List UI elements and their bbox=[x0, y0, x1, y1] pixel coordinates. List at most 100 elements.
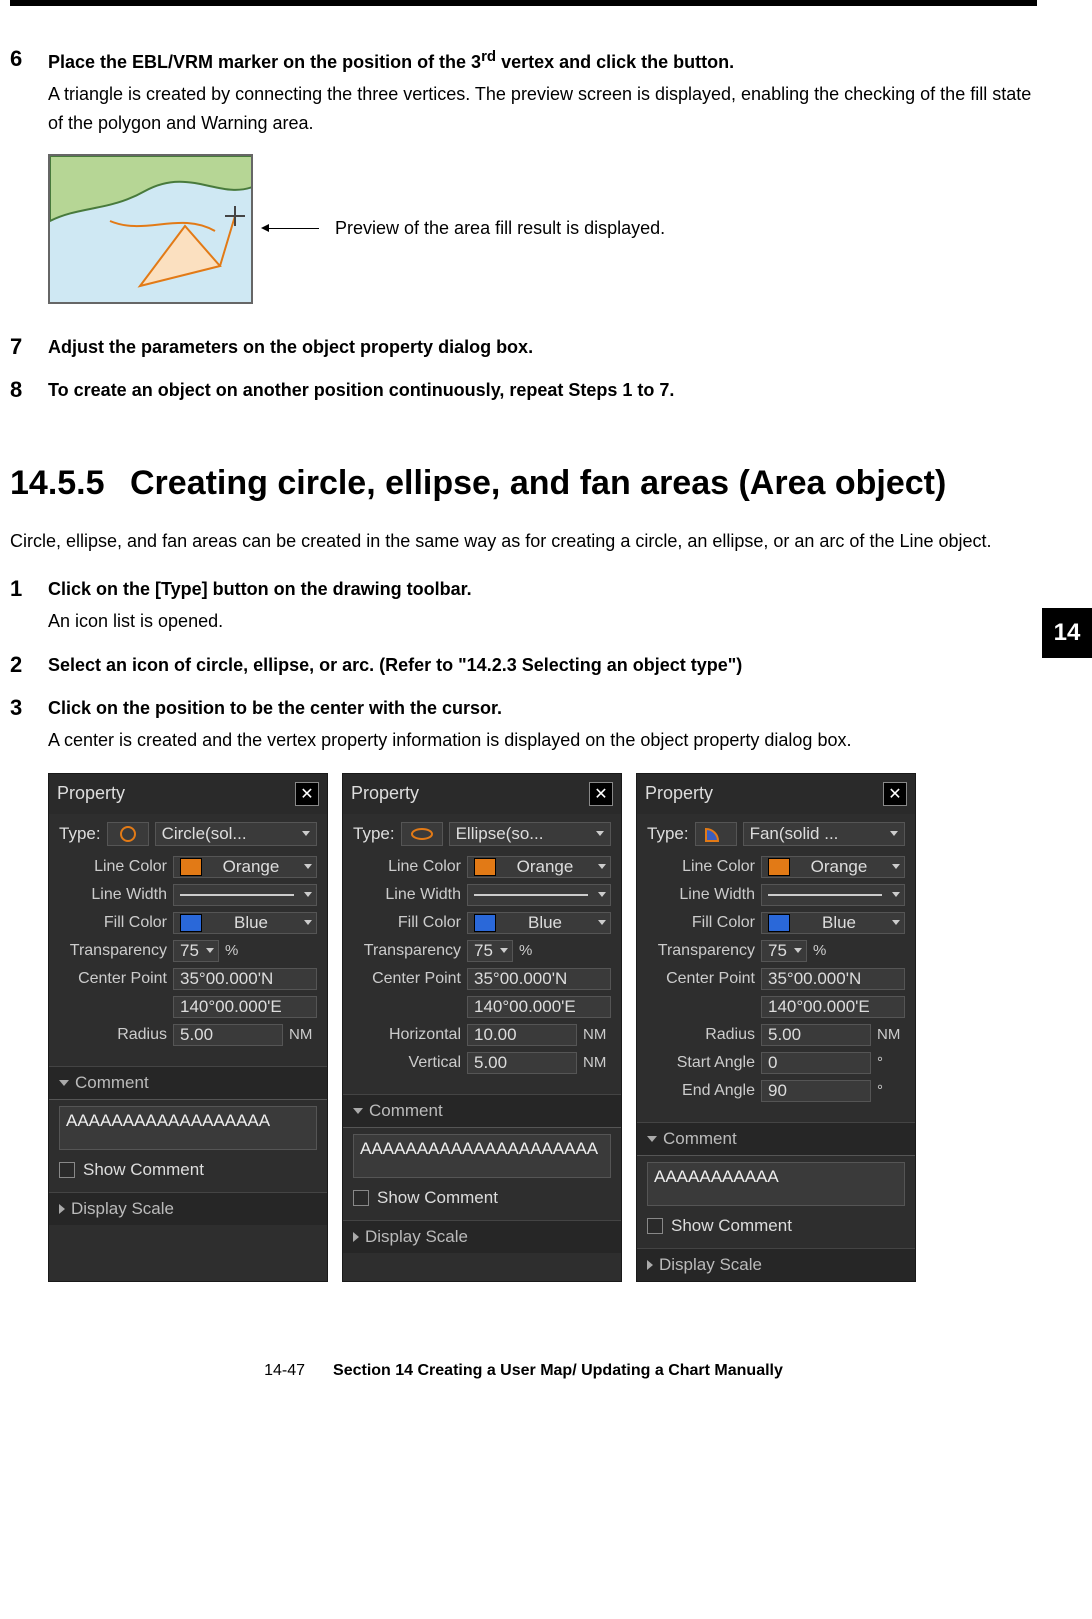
vertical-input[interactable]: 5.00 bbox=[467, 1052, 577, 1074]
type-select[interactable]: Circle(sol... bbox=[155, 822, 317, 846]
line-sample-icon bbox=[768, 894, 882, 896]
show-comment-label: Show Comment bbox=[377, 1188, 498, 1208]
type-name: Ellipse(so... bbox=[456, 824, 544, 844]
chevron-down-icon bbox=[598, 892, 606, 897]
step-number: 1 bbox=[10, 576, 48, 602]
center-lon-input[interactable]: 140°00.000'E bbox=[761, 996, 905, 1018]
type-icon-button[interactable] bbox=[695, 822, 737, 846]
step-title: To create an object on another position … bbox=[48, 377, 1037, 404]
step-number: 8 bbox=[10, 377, 48, 403]
chevron-right-icon bbox=[59, 1204, 65, 1214]
step: 3 Click on the position to be the center… bbox=[10, 695, 1037, 755]
line-color-select[interactable]: Orange bbox=[761, 856, 905, 878]
show-comment-checkbox[interactable]: Show Comment bbox=[353, 1188, 611, 1208]
chevron-down-icon bbox=[892, 892, 900, 897]
line-width-select[interactable] bbox=[467, 884, 611, 906]
label-center-point: Center Point bbox=[647, 970, 755, 988]
type-icon-button[interactable] bbox=[401, 822, 443, 846]
type-icon-button[interactable] bbox=[107, 822, 149, 846]
step-number: 7 bbox=[10, 334, 48, 360]
comment-label: Comment bbox=[75, 1073, 149, 1093]
label-center-point: Center Point bbox=[353, 970, 461, 988]
unit-nm: NM bbox=[289, 1026, 317, 1043]
line-color-select[interactable]: Orange bbox=[173, 856, 317, 878]
transparency-input[interactable]: 75 bbox=[173, 940, 219, 962]
center-lat-input[interactable]: 35°00.000'N bbox=[467, 968, 611, 990]
end-angle-input[interactable]: 90 bbox=[761, 1080, 871, 1102]
preview-image bbox=[48, 154, 253, 304]
step-title: Click on the position to be the center w… bbox=[48, 695, 1037, 722]
center-lat-input[interactable]: 35°00.000'N bbox=[761, 968, 905, 990]
label-transparency: Transparency bbox=[353, 942, 461, 960]
step-desc: A triangle is created by connecting the … bbox=[48, 80, 1037, 138]
display-scale-header[interactable]: Display Scale bbox=[343, 1220, 621, 1253]
type-select[interactable]: Ellipse(so... bbox=[449, 822, 611, 846]
chevron-down-icon bbox=[304, 892, 312, 897]
show-comment-checkbox[interactable]: Show Comment bbox=[59, 1160, 317, 1180]
display-scale-header[interactable]: Display Scale bbox=[49, 1192, 327, 1225]
fill-color-select[interactable]: Blue bbox=[761, 912, 905, 934]
label-vertical: Vertical bbox=[353, 1054, 461, 1072]
comment-textarea[interactable]: AAAAAAAAAAA bbox=[647, 1162, 905, 1206]
fill-color-select[interactable]: Blue bbox=[467, 912, 611, 934]
header-rule bbox=[10, 0, 1037, 6]
color-swatch-icon bbox=[474, 914, 496, 932]
chevron-down-icon bbox=[302, 831, 310, 836]
step-title: Adjust the parameters on the object prop… bbox=[48, 334, 1037, 361]
center-lon-input[interactable]: 140°00.000'E bbox=[467, 996, 611, 1018]
close-button[interactable]: ✕ bbox=[883, 782, 907, 806]
chevron-down-icon bbox=[500, 948, 508, 953]
label-end-angle: End Angle bbox=[647, 1082, 755, 1100]
label-fill-color: Fill Color bbox=[59, 914, 167, 932]
close-button[interactable]: ✕ bbox=[589, 782, 613, 806]
color-swatch-icon bbox=[768, 914, 790, 932]
color-swatch-icon bbox=[768, 858, 790, 876]
checkbox-icon bbox=[59, 1162, 75, 1178]
comment-textarea[interactable]: AAAAAAAAAAAAAAAAAAAAA bbox=[353, 1134, 611, 1178]
step: 2 Select an icon of circle, ellipse, or … bbox=[10, 652, 1037, 679]
line-width-select[interactable] bbox=[173, 884, 317, 906]
unit-deg: ° bbox=[877, 1082, 905, 1099]
fill-color-select[interactable]: Blue bbox=[173, 912, 317, 934]
close-icon: ✕ bbox=[594, 784, 607, 804]
close-icon: ✕ bbox=[888, 784, 901, 804]
comment-header[interactable]: Comment bbox=[637, 1122, 915, 1155]
chevron-down-icon bbox=[206, 948, 214, 953]
line-width-select[interactable] bbox=[761, 884, 905, 906]
checkbox-icon bbox=[647, 1218, 663, 1234]
transparency-input[interactable]: 75 bbox=[761, 940, 807, 962]
close-button[interactable]: ✕ bbox=[295, 782, 319, 806]
close-icon: ✕ bbox=[300, 784, 313, 804]
line-sample-icon bbox=[474, 894, 588, 896]
panel-title: Property bbox=[351, 783, 419, 804]
display-scale-header[interactable]: Display Scale bbox=[637, 1248, 915, 1281]
chevron-down-icon bbox=[304, 920, 312, 925]
show-comment-checkbox[interactable]: Show Comment bbox=[647, 1216, 905, 1236]
start-angle-input[interactable]: 0 bbox=[761, 1052, 871, 1074]
comment-header[interactable]: Comment bbox=[343, 1094, 621, 1127]
preview-caption: Preview of the area fill result is displ… bbox=[335, 218, 665, 239]
comment-label: Comment bbox=[369, 1101, 443, 1121]
property-panel: Property ✕ Type: Circle(sol... Line Colo… bbox=[48, 773, 328, 1282]
unit-nm: NM bbox=[583, 1054, 611, 1071]
comment-header[interactable]: Comment bbox=[49, 1066, 327, 1099]
type-select[interactable]: Fan(solid ... bbox=[743, 822, 905, 846]
chevron-down-icon bbox=[598, 864, 606, 869]
center-lat-input[interactable]: 35°00.000'N bbox=[173, 968, 317, 990]
comment-textarea[interactable]: AAAAAAAAAAAAAAAAAA bbox=[59, 1106, 317, 1150]
chevron-right-icon bbox=[353, 1232, 359, 1242]
color-swatch-icon bbox=[180, 858, 202, 876]
radius-input[interactable]: 5.00 bbox=[761, 1024, 871, 1046]
center-lon-input[interactable]: 140°00.000'E bbox=[173, 996, 317, 1018]
transparency-input[interactable]: 75 bbox=[467, 940, 513, 962]
step-title: Click on the [Type] button on the drawin… bbox=[48, 576, 1037, 603]
horizontal-input[interactable]: 10.00 bbox=[467, 1024, 577, 1046]
chevron-down-icon bbox=[647, 1136, 657, 1142]
section-number: 14.5.5 bbox=[10, 464, 130, 503]
panel-header: Property ✕ bbox=[343, 774, 621, 814]
line-color-select[interactable]: Orange bbox=[467, 856, 611, 878]
radius-input[interactable]: 5.00 bbox=[173, 1024, 283, 1046]
type-name: Circle(sol... bbox=[162, 824, 247, 844]
chevron-down-icon bbox=[892, 920, 900, 925]
step: 1 Click on the [Type] button on the draw… bbox=[10, 576, 1037, 636]
